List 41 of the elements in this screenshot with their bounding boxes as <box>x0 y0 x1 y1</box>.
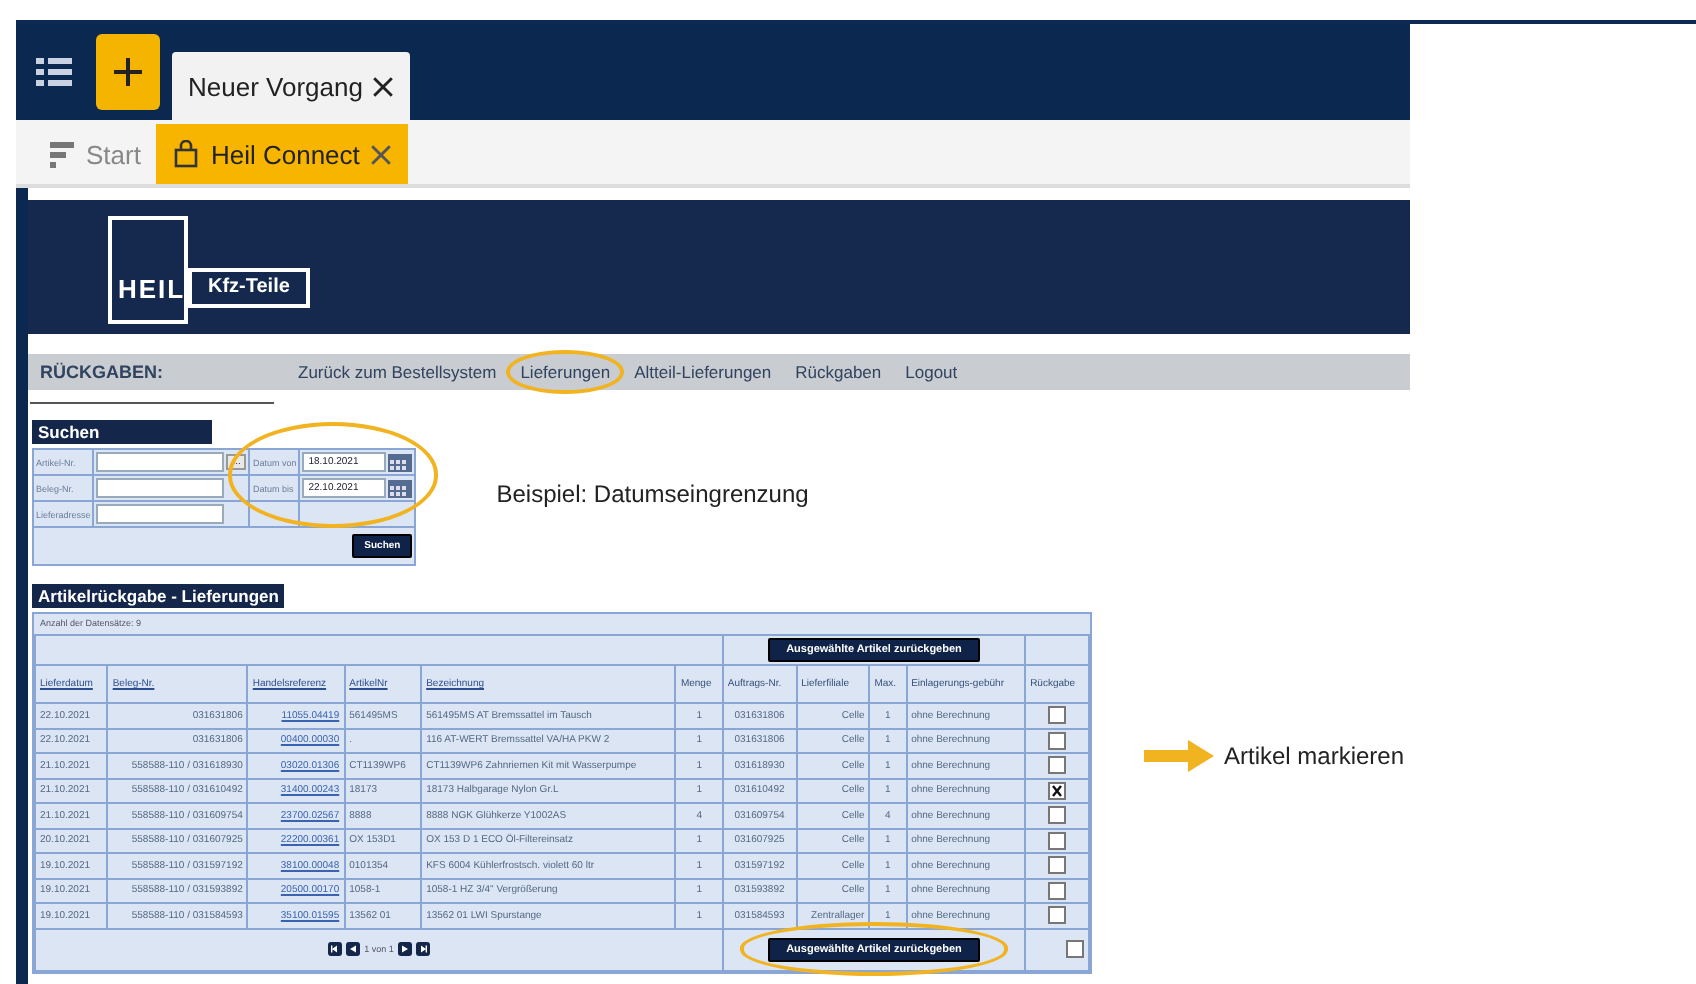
checkbox[interactable] <box>1048 756 1067 775</box>
arrow-icon <box>1144 738 1216 774</box>
tab[interactable]: Start <box>32 124 157 184</box>
checkbox[interactable] <box>1048 706 1067 725</box>
last-page-icon <box>415 942 430 956</box>
section-title: Suchen <box>32 420 212 444</box>
previous-page-icon <box>346 942 361 956</box>
first-page-icon <box>328 942 343 956</box>
app-tab[interactable]: Neuer Vorgang <box>172 52 411 120</box>
nav-link[interactable]: Lieferungen <box>520 362 611 382</box>
nav-link[interactable]: Rückgaben <box>795 362 882 382</box>
checkbox[interactable] <box>1048 856 1067 875</box>
menu-icon <box>36 56 72 88</box>
checkbox[interactable] <box>1048 781 1067 800</box>
bag-icon <box>172 140 201 168</box>
checkbox[interactable] <box>1066 940 1084 958</box>
new-tab-button[interactable] <box>96 34 160 110</box>
checkbox[interactable] <box>1048 831 1067 850</box>
dashboard-icon <box>48 140 76 168</box>
close-icon <box>369 143 392 165</box>
logo-text: Kfz-Teile <box>188 267 310 307</box>
close-icon <box>372 75 395 97</box>
plus-icon <box>112 56 144 88</box>
tab[interactable]: Heil Connect <box>156 124 408 184</box>
annotation-text: Beispiel: Datumseingrenzung <box>496 480 809 508</box>
checkbox[interactable] <box>1048 881 1067 900</box>
nav-title: RÜCKGABEN: <box>38 362 165 382</box>
section-title: Artikelrückgabe - Lieferungen <box>32 584 285 608</box>
input-field[interactable] <box>96 478 225 498</box>
nav-link[interactable]: Zurück zum Bestellsystem <box>298 362 497 382</box>
nav-link[interactable]: Altteil-Lieferungen <box>634 362 772 382</box>
checkbox[interactable] <box>1048 731 1067 750</box>
annotation-text: Artikel markieren <box>1224 742 1405 770</box>
nav-link[interactable]: Logout <box>905 362 958 382</box>
logo-mark: HEIL <box>108 215 188 323</box>
highlight-circle <box>506 349 625 395</box>
input-field[interactable] <box>96 452 225 472</box>
checkbox[interactable] <box>1048 806 1067 825</box>
input-field[interactable] <box>96 504 225 524</box>
next-page-icon <box>397 942 412 956</box>
checkbox[interactable] <box>1048 906 1067 925</box>
